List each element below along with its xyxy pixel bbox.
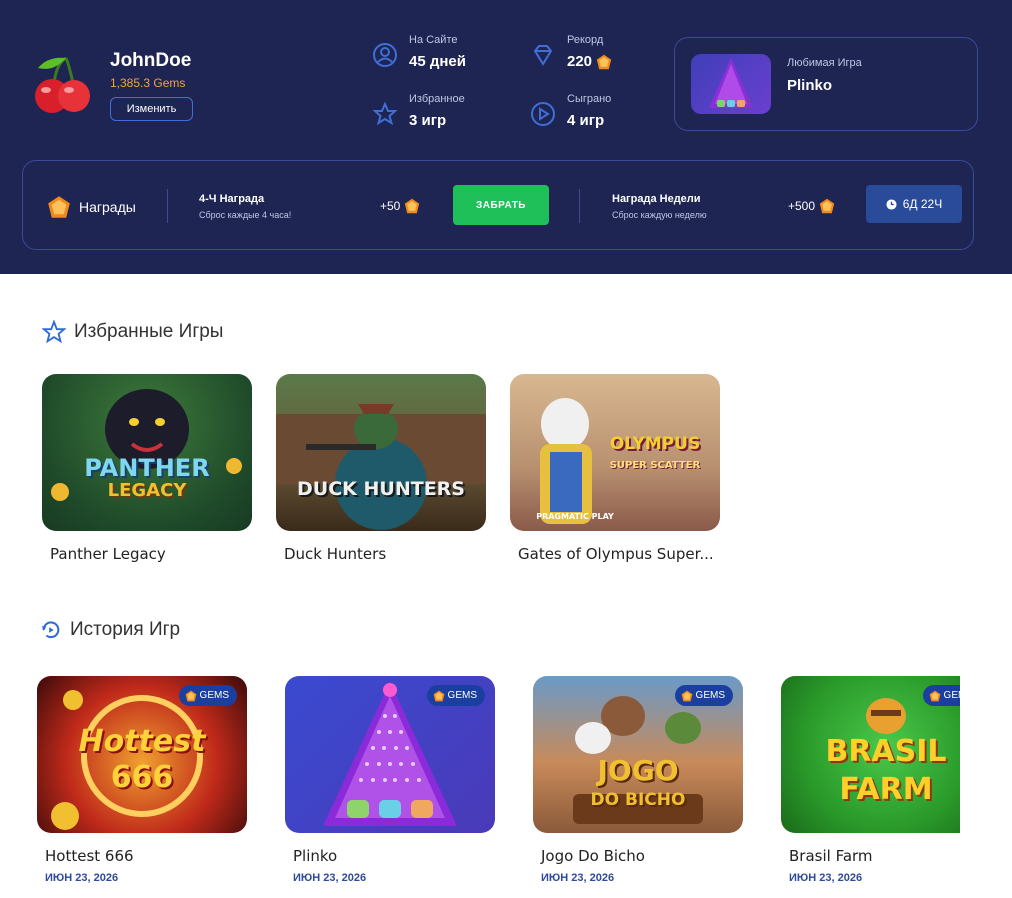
game-name: Hottest 666 <box>45 847 134 865</box>
gems-badge: GEMS <box>922 685 960 706</box>
gem-icon <box>681 690 693 702</box>
art-title: JOGO <box>597 754 679 787</box>
badge-text: GEMS <box>199 690 229 701</box>
art-subtitle: 666 <box>110 760 174 795</box>
game-name: Jogo Do Bicho <box>541 847 645 865</box>
gem-icon <box>929 690 941 702</box>
gems-badge: GEMS <box>426 685 485 706</box>
played-date: ИЮН 23, 2026 <box>45 872 119 884</box>
game-name: Brasil Farm <box>789 847 873 865</box>
played-date: ИЮН 23, 2026 <box>789 872 863 884</box>
history-game-card[interactable]: GEMS Plinko ИЮН 23, 2026 <box>285 676 495 884</box>
art-title: BRASIL <box>825 734 947 769</box>
history-game-card[interactable]: JOGO DO BICHO GEMS Jogo Do Bicho ИЮН 23,… <box>533 676 743 884</box>
gem-icon <box>433 690 445 702</box>
gems-badge: GEMS <box>674 685 733 706</box>
badge-text: GEMS <box>447 690 477 701</box>
hottest-666-thumbnail: Hottest 666 GEMS <box>37 676 247 833</box>
gem-icon <box>185 690 197 702</box>
badge-text: GEMS <box>695 690 725 701</box>
played-date: ИЮН 23, 2026 <box>541 872 615 884</box>
brasil-farm-thumbnail: BRASIL FARM GEMS <box>781 676 960 833</box>
history-carousel: Hottest 666 GEMS Hottest 666 ИЮН 23, 202… <box>0 0 960 898</box>
gems-badge: GEMS <box>178 685 237 706</box>
jogo-do-bicho-thumbnail: JOGO DO BICHO GEMS <box>533 676 743 833</box>
history-game-card[interactable]: Hottest 666 GEMS Hottest 666 ИЮН 23, 202… <box>37 676 247 884</box>
played-date: ИЮН 23, 2026 <box>293 872 367 884</box>
plinko-thumbnail: GEMS <box>285 676 495 833</box>
art-subtitle: DO BICHO <box>590 790 686 810</box>
game-name: Plinko <box>293 847 338 865</box>
art-title: Hottest <box>78 724 206 759</box>
badge-text: GEMS <box>943 690 960 701</box>
history-game-card[interactable]: BRASIL FARM GEMS Brasil Farm ИЮН 23, 202… <box>781 676 960 884</box>
art-subtitle: FARM <box>839 772 933 807</box>
